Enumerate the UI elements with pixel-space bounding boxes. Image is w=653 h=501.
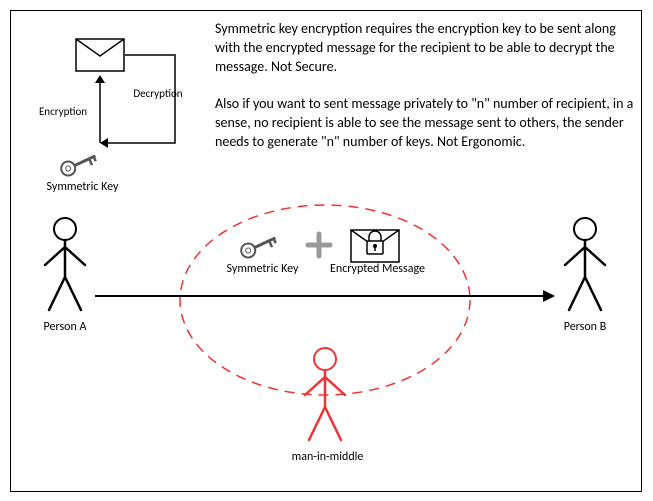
description-para2: Also if you want to sent message private… (215, 95, 640, 152)
man-in-middle-label: man-in-middle (280, 450, 375, 464)
description-para1: Symmetric key encryption requires the en… (215, 20, 635, 77)
plus-icon (306, 232, 332, 258)
encrypted-envelope-icon (350, 225, 400, 263)
arrow-transmission (95, 288, 555, 304)
person-b-label: Person B (550, 320, 620, 334)
key-icon-top (55, 148, 105, 178)
man-in-middle-icon (295, 345, 355, 445)
person-a-label: Person A (30, 320, 100, 334)
diagram-canvas: Symmetric key encryption requires the en… (0, 0, 653, 501)
person-b-icon (555, 215, 615, 315)
key-icon-mid (235, 230, 285, 260)
symmetric-key-label-mid: Symmetric Key (220, 262, 305, 276)
encryption-label: Encryption (35, 105, 91, 118)
person-a-icon (35, 215, 95, 315)
symmetric-key-label-top: Symmetric Key (40, 180, 125, 194)
arrow-decryption (95, 55, 180, 155)
decryption-label: Decryption (128, 87, 188, 100)
encrypted-message-label: Encrypted Message (325, 262, 430, 276)
